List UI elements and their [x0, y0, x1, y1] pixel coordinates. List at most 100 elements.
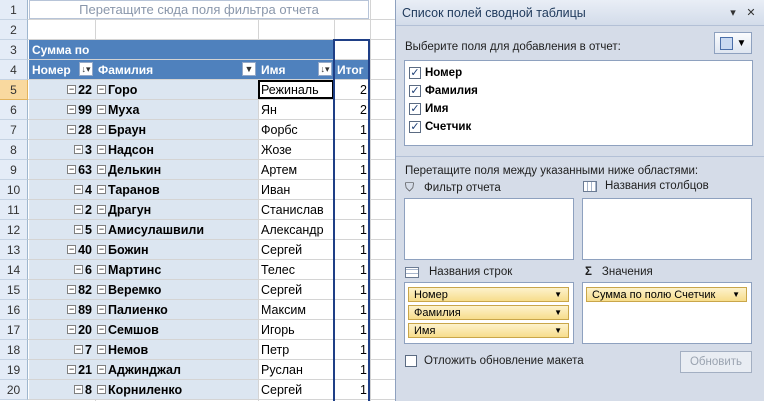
cell-surname[interactable]: − Горо [95, 80, 258, 99]
cell-total[interactable]: 1 [334, 220, 369, 239]
row-header[interactable]: 13 [0, 240, 28, 260]
defer-update-checkbox[interactable] [405, 355, 417, 367]
cell-number[interactable]: −40 [29, 240, 95, 259]
column-header-name[interactable]: Имя ↓▾ [258, 60, 334, 79]
cell-number[interactable]: −8 [29, 380, 95, 399]
row-header[interactable]: 18 [0, 340, 28, 360]
filter-dropdown-icon[interactable]: ▼ [242, 62, 256, 76]
collapse-icon[interactable]: − [67, 125, 77, 134]
row-header[interactable]: 15 [0, 280, 28, 300]
chevron-down-icon[interactable]: ▼ [554, 326, 562, 335]
collapse-icon[interactable]: − [97, 205, 106, 214]
row-header[interactable]: 6 [0, 100, 28, 120]
collapse-icon[interactable]: − [67, 85, 77, 94]
field-item[interactable]: ✓ Имя [409, 100, 448, 117]
cell-number[interactable]: −7 [29, 340, 95, 359]
field-item[interactable]: ✓ Фамилия [409, 82, 478, 99]
cell-total[interactable]: 1 [334, 240, 369, 259]
column-header-number[interactable]: Номер ↓▾ [29, 60, 95, 79]
cell-total[interactable]: 1 [334, 200, 369, 219]
collapse-icon[interactable]: − [97, 345, 106, 354]
cell-name[interactable]: Максим [258, 300, 334, 319]
row-header[interactable]: 2 [0, 20, 28, 40]
cell-surname[interactable]: − Корниленко [95, 380, 258, 399]
row-header[interactable]: 7 [0, 120, 28, 140]
cell-total[interactable]: 1 [334, 340, 369, 359]
cell-name[interactable]: Сергей [258, 280, 334, 299]
cell-total[interactable]: 1 [334, 120, 369, 139]
cell-name[interactable]: Александр [258, 220, 334, 239]
cell-surname[interactable]: − Аджинджал [95, 360, 258, 379]
close-icon[interactable]: ✕ [744, 5, 758, 19]
row-labels-area[interactable]: Номер ▼ Фамилия ▼ Имя ▼ [404, 282, 574, 344]
collapse-icon[interactable]: − [97, 365, 106, 374]
chevron-down-icon[interactable]: ▼ [554, 308, 562, 317]
collapse-icon[interactable]: − [97, 185, 106, 194]
collapse-icon[interactable]: − [74, 265, 84, 274]
collapse-icon[interactable]: − [74, 185, 84, 194]
cell-total[interactable]: 1 [334, 360, 369, 379]
cell-number[interactable]: −4 [29, 180, 95, 199]
collapse-icon[interactable]: − [97, 85, 106, 94]
row-header[interactable]: 10 [0, 180, 28, 200]
cell-name[interactable]: Игорь [258, 320, 334, 339]
chevron-down-icon[interactable]: ▼ [554, 290, 562, 299]
cell-name[interactable]: Телес [258, 260, 334, 279]
field-checkbox[interactable]: ✓ [409, 66, 421, 79]
cell-number[interactable]: −6 [29, 260, 95, 279]
report-filter-area[interactable] [404, 198, 574, 260]
cell-surname[interactable]: − Семшов [95, 320, 258, 339]
cell-number[interactable]: −63 [29, 160, 95, 179]
cell-surname[interactable]: − Муха [95, 100, 258, 119]
collapse-icon[interactable]: − [67, 365, 77, 374]
cell-total[interactable]: 2 [334, 100, 369, 119]
cell-number[interactable]: −22 [29, 80, 95, 99]
field-checkbox[interactable]: ✓ [409, 102, 421, 115]
cell-total[interactable]: 2 [334, 80, 369, 99]
cell-name[interactable]: Петр [258, 340, 334, 359]
defer-update-row[interactable]: Отложить обновление макета [405, 355, 584, 367]
collapse-icon[interactable]: − [97, 225, 106, 234]
row-header[interactable]: 5 [0, 80, 28, 100]
cell-name[interactable]: Иван [258, 180, 334, 199]
collapse-icon[interactable]: − [74, 345, 84, 354]
cell-total[interactable]: 1 [334, 280, 369, 299]
cell-total[interactable]: 1 [334, 180, 369, 199]
value-field-chip[interactable]: Сумма по полю Счетчик ▼ [586, 287, 747, 302]
layout-view-button[interactable]: ▼ [714, 32, 752, 54]
cell-surname[interactable]: − Браун [95, 120, 258, 139]
collapse-icon[interactable]: − [97, 245, 106, 254]
collapse-icon[interactable]: − [74, 205, 84, 214]
chevron-down-icon[interactable]: ▼ [732, 290, 740, 299]
cell-number[interactable]: −5 [29, 220, 95, 239]
row-header[interactable]: 8 [0, 140, 28, 160]
cell-number[interactable]: −20 [29, 320, 95, 339]
cell-number[interactable]: −28 [29, 120, 95, 139]
cell-surname[interactable]: − Надсон [95, 140, 258, 159]
collapse-icon[interactable]: − [97, 165, 106, 174]
column-header-total[interactable]: Итог [334, 60, 369, 79]
collapse-icon[interactable]: − [67, 305, 77, 314]
cell-name[interactable]: Форбс [258, 120, 334, 139]
cell-name[interactable]: Руслан [258, 360, 334, 379]
row-header[interactable]: 16 [0, 300, 28, 320]
sort-filter-icon[interactable]: ↓▾ [79, 62, 93, 76]
row-header[interactable]: 3 [0, 40, 28, 60]
cell-number[interactable]: −89 [29, 300, 95, 319]
column-header-surname[interactable]: Фамилия ▼ [95, 60, 258, 79]
collapse-icon[interactable]: − [67, 105, 77, 114]
cell-surname[interactable]: − Драгун [95, 200, 258, 219]
cell-name[interactable]: Артем [258, 160, 334, 179]
collapse-icon[interactable]: − [97, 285, 106, 294]
pivot-sum-header[interactable]: Сумма по [29, 40, 334, 59]
cell-surname[interactable]: − Веремко [95, 280, 258, 299]
panel-options-dropdown-icon[interactable]: ▾ [726, 5, 740, 19]
cell-number[interactable]: −21 [29, 360, 95, 379]
spreadsheet-grid[interactable]: 1 2 3 4 5 6 7 8 9 10 11 12 13 14 15 16 17 18 19 20 Перетащи… [0, 0, 395, 401]
collapse-icon[interactable]: − [97, 305, 106, 314]
row-field-chip[interactable]: Имя ▼ [408, 323, 569, 338]
cell-total[interactable]: 1 [334, 260, 369, 279]
row-header[interactable]: 1 [0, 0, 28, 20]
cell-number[interactable]: −2 [29, 200, 95, 219]
field-checkbox[interactable]: ✓ [409, 84, 421, 97]
